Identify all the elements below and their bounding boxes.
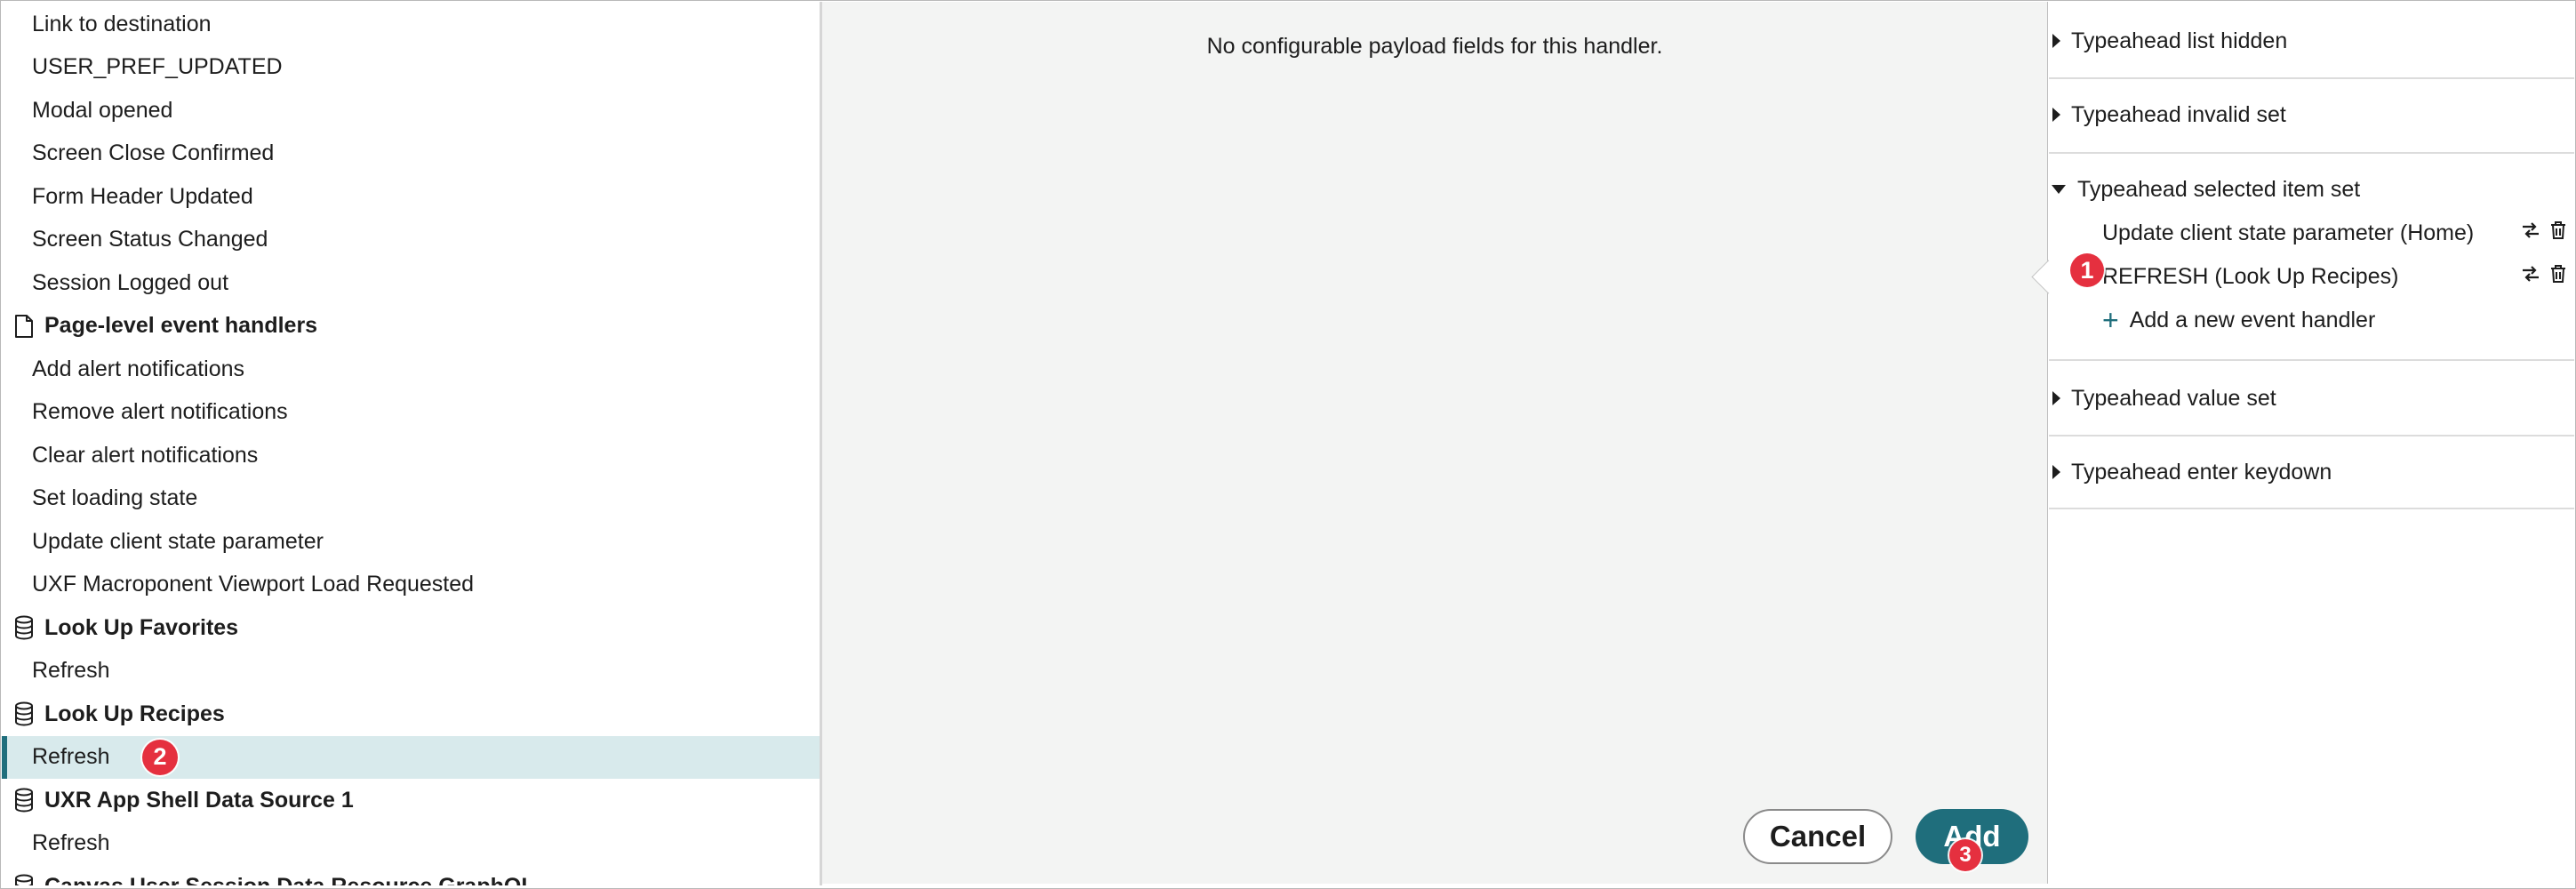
trash-icon[interactable] xyxy=(2549,220,2567,246)
section-label: Typeahead list hidden xyxy=(2071,28,2288,53)
handler-label: Update client state parameter (Home) xyxy=(2102,220,2475,245)
list-group-header[interactable]: Look Up Favorites xyxy=(2,606,820,649)
list-item-label: Screen Close Confirmed xyxy=(32,140,275,165)
list-item[interactable]: Refresh 2 xyxy=(2,735,820,779)
handler-row[interactable]: REFRESH (Look Up Recipes) xyxy=(2102,259,2569,294)
caret-down-icon xyxy=(2052,185,2066,194)
list-item[interactable]: Refresh xyxy=(2,822,820,865)
list-item-label: Update client state parameter xyxy=(32,528,324,554)
list-item-label: Page-level event handlers xyxy=(44,313,318,338)
list-item[interactable]: Refresh xyxy=(2,650,820,693)
edit-mapping-icon[interactable] xyxy=(2521,220,2540,246)
section-typeahead-selected-item-set: Typeahead selected item set Update clien… xyxy=(2049,154,2574,361)
list-item[interactable]: USER_PREF_UPDATED xyxy=(2,46,820,89)
list-item-label: UXR App Shell Data Source 1 xyxy=(44,787,354,813)
caret-right-icon xyxy=(2052,391,2060,405)
list-item-label: Refresh xyxy=(32,744,110,769)
edit-mapping-icon[interactable] xyxy=(2521,264,2540,290)
list-item[interactable]: Modal opened xyxy=(2,89,820,132)
plus-icon: + xyxy=(2102,304,2119,336)
list-item[interactable]: Set loading state xyxy=(2,477,820,520)
section-typeahead-list-hidden: Typeahead list hidden xyxy=(2049,2,2574,79)
list-item-label: Look Up Favorites xyxy=(44,614,239,640)
add-event-handler-link[interactable]: + Add a new event handler xyxy=(2102,302,2375,338)
list-item-label: Refresh xyxy=(32,830,110,855)
list-item-label: Modal opened xyxy=(32,97,173,123)
section-typeahead-enter-keydown: Typeahead enter keydown xyxy=(2049,436,2574,509)
list-group-header[interactable]: Canvas User Session Data Resource GraphQ… xyxy=(2,865,820,885)
database-icon xyxy=(12,787,36,813)
no-payload-message: No configurable payload fields for this … xyxy=(1206,34,1663,59)
section-toggle[interactable]: Typeahead enter keydown xyxy=(2049,454,2332,490)
database-icon xyxy=(12,701,36,727)
list-item-label: USER_PREF_UPDATED xyxy=(32,54,283,79)
cancel-button[interactable]: Cancel xyxy=(1743,809,1892,864)
list-group-header[interactable]: Page-level event handlers xyxy=(2,305,820,348)
list-item-label: Screen Status Changed xyxy=(32,227,268,252)
list-item[interactable]: Remove alert notifications xyxy=(2,391,820,434)
section-toggle[interactable]: Typeahead list hidden xyxy=(2049,23,2287,59)
list-item[interactable]: Update client state parameter xyxy=(2,520,820,563)
event-handler-list[interactable]: Link to destination USER_PREF_UPDATED Moda… xyxy=(2,2,822,885)
handler-label: REFRESH (Look Up Recipes) xyxy=(2102,263,2399,289)
list-item-label: Clear alert notifications xyxy=(32,442,259,468)
step-badge-1: 1 xyxy=(2070,253,2104,287)
handler-row[interactable]: Update client state parameter (Home) xyxy=(2102,215,2569,251)
section-toggle[interactable]: Typeahead invalid set xyxy=(2049,97,2286,132)
section-label: Typeahead enter keydown xyxy=(2071,459,2332,485)
list-item-label: Add alert notifications xyxy=(32,356,245,381)
section-label: Typeahead selected item set xyxy=(2077,176,2361,202)
list-item[interactable]: Session Logged out xyxy=(2,261,820,304)
event-mapping-panel: Typeahead list hidden Typeahead invalid … xyxy=(2031,2,2574,885)
list-item[interactable]: Clear alert notifications xyxy=(2,434,820,477)
list-item-label: Look Up Recipes xyxy=(44,701,225,726)
list-item-label: UXF Macroponent Viewport Load Requested xyxy=(32,572,475,597)
list-item-label: Set loading state xyxy=(32,485,198,510)
list-group-header[interactable]: Look Up Recipes xyxy=(2,693,820,735)
caret-right-icon xyxy=(2052,108,2060,122)
list-item-label: Refresh xyxy=(32,658,110,683)
handler-config-modal: No configurable payload fields for this … xyxy=(822,2,2048,884)
list-item[interactable]: Screen Status Changed xyxy=(2,219,820,261)
list-item[interactable]: Add alert notifications xyxy=(2,348,820,390)
caret-right-icon xyxy=(2052,34,2060,48)
list-item[interactable]: Link to destination xyxy=(2,3,820,45)
list-item-label: Link to destination xyxy=(32,11,212,36)
section-typeahead-invalid-set: Typeahead invalid set xyxy=(2049,79,2574,154)
section-typeahead-value-set: Typeahead value set xyxy=(2049,361,2574,436)
list-item[interactable]: UXF Macroponent Viewport Load Requested xyxy=(2,564,820,606)
section-label: Typeahead value set xyxy=(2071,385,2276,411)
trash-icon[interactable] xyxy=(2549,264,2567,290)
list-item-label: Form Header Updated xyxy=(32,183,253,209)
section-toggle[interactable]: Typeahead value set xyxy=(2049,380,2276,416)
list-item[interactable]: Form Header Updated xyxy=(2,175,820,218)
list-group-header[interactable]: UXR App Shell Data Source 1 xyxy=(2,779,820,821)
list-item-label: Canvas User Session Data Resource GraphQ… xyxy=(44,874,535,886)
step-badge-2: 2 xyxy=(142,739,178,775)
section-label: Typeahead invalid set xyxy=(2071,101,2286,127)
database-icon xyxy=(12,873,36,885)
database-icon xyxy=(12,614,36,641)
step-badge-3: 3 xyxy=(1949,839,1981,871)
list-item[interactable]: Screen Close Confirmed xyxy=(2,132,820,175)
list-item-label: Remove alert notifications xyxy=(32,399,288,424)
add-handler-label: Add a new event handler xyxy=(2129,307,2376,332)
section-toggle[interactable]: Typeahead selected item set xyxy=(2049,172,2360,207)
list-item-label: Session Logged out xyxy=(32,269,229,295)
caret-right-icon xyxy=(2052,465,2060,479)
page-icon xyxy=(12,313,36,340)
